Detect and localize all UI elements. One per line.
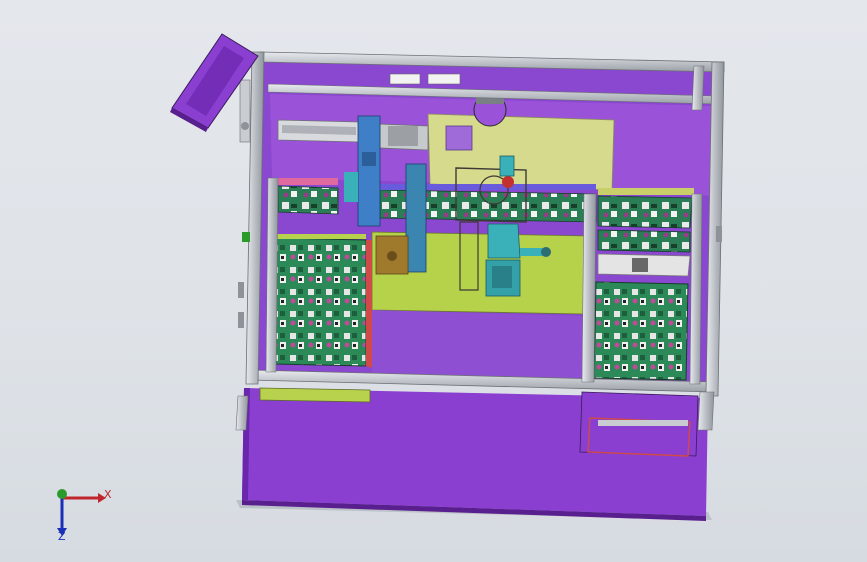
front-ledge xyxy=(259,387,371,403)
triad-z-label: Z xyxy=(58,530,66,543)
assembly-model[interactable] xyxy=(0,0,867,562)
front-floor xyxy=(372,310,586,382)
rear-label-plate xyxy=(427,73,461,85)
rear-label-plate xyxy=(389,73,421,85)
y-axis-dot xyxy=(57,489,67,499)
cad-graphics-viewport[interactable]: X Z xyxy=(0,0,867,562)
front-drawer[interactable] xyxy=(579,391,699,457)
triad-x-label: X xyxy=(104,488,112,501)
right-pcb-trays[interactable] xyxy=(593,188,694,381)
